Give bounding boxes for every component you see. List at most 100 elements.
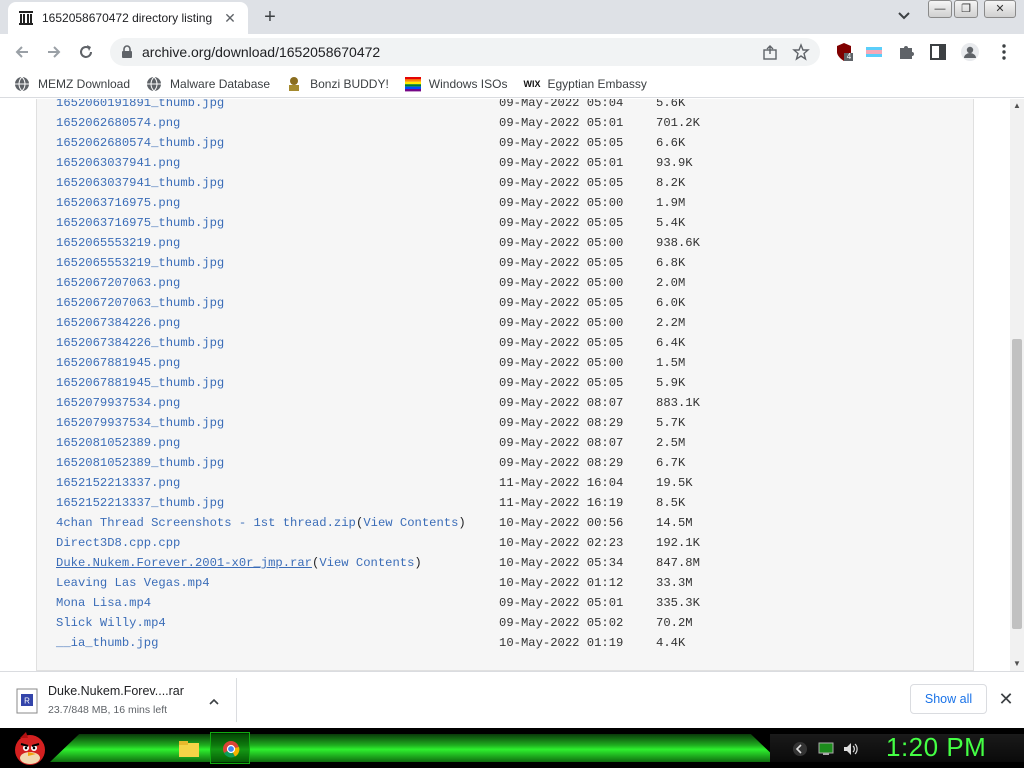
table-row: Slick Willy.mp4 09-May-2022 05:02 70.2M [56, 613, 956, 633]
file-link[interactable]: 1652062680574_thumb.jpg [56, 133, 224, 153]
chevron-up-icon[interactable] [208, 696, 220, 708]
file-link[interactable]: 1652063716975.png [56, 193, 180, 213]
bookmark-windows-isos[interactable]: Windows ISOs [404, 76, 507, 92]
rar-file-icon: R [16, 688, 38, 714]
view-contents-link[interactable]: View Contents [319, 556, 414, 570]
file-explorer-icon[interactable] [176, 736, 202, 762]
file-link[interactable]: 1652081052389_thumb.jpg [56, 453, 224, 473]
show-hidden-icons-icon[interactable] [792, 741, 808, 757]
url-text[interactable]: archive.org/download/1652058670472 [142, 44, 380, 60]
file-link[interactable]: Duke.Nukem.Forever.2001-x0r_jmp.rar [56, 553, 312, 573]
show-all-button[interactable]: Show all [910, 684, 987, 714]
address-bar[interactable]: archive.org/download/1652058670472 [110, 38, 820, 66]
file-date: 09-May-2022 05:02 [499, 616, 624, 630]
file-link[interactable]: 1652065553219.png [56, 233, 180, 253]
scroll-down-arrow-icon[interactable]: ▼ [1012, 659, 1022, 669]
file-date: 09-May-2022 05:05 [499, 216, 624, 230]
table-row: 1652067384226.png 09-May-2022 05:00 2.2M [56, 313, 956, 333]
file-date: 09-May-2022 05:05 [499, 296, 624, 310]
file-size: 335.3K [656, 596, 700, 610]
bookmark-malware-database[interactable]: Malware Database [146, 76, 270, 92]
bookmark-egyptian-embassy[interactable]: WIX Egyptian Embassy [523, 76, 646, 92]
file-size: 883.1K [656, 396, 700, 410]
file-link[interactable]: 1652081052389.png [56, 433, 180, 453]
file-size: 192.1K [656, 536, 700, 550]
file-link[interactable]: 1652067207063_thumb.jpg [56, 293, 224, 313]
file-date: 09-May-2022 05:00 [499, 236, 624, 250]
download-item[interactable]: R Duke.Nukem.Forev....rar 23.7/848 MB, 1… [16, 682, 236, 722]
archive-org-icon [19, 11, 33, 25]
menu-kebab-icon[interactable] [994, 42, 1014, 62]
file-link[interactable]: 1652067881945.png [56, 353, 180, 373]
divider [236, 678, 237, 722]
wix-icon: WIX [523, 78, 541, 89]
file-link[interactable]: 1652067384226_thumb.jpg [56, 333, 224, 353]
file-link[interactable]: 1652067207063.png [56, 273, 180, 293]
table-row: Duke.Nukem.Forever.2001-x0r_jmp.rar (Vie… [56, 553, 956, 573]
close-window-button[interactable]: ✕ [984, 0, 1016, 18]
table-row: 1652081052389.png 09-May-2022 08:07 2.5M [56, 433, 956, 453]
file-link[interactable]: 1652063037941_thumb.jpg [56, 173, 224, 193]
taskbar-clock[interactable]: 1:20 PM [886, 732, 986, 763]
file-link[interactable]: 1652079937534.png [56, 393, 180, 413]
view-contents-link[interactable]: View Contents [363, 516, 458, 530]
file-size: 6.8K [656, 256, 686, 270]
file-link[interactable]: 1652079937534_thumb.jpg [56, 413, 224, 433]
lock-icon[interactable] [120, 45, 134, 59]
minimize-button[interactable]: — [928, 0, 952, 18]
bookmark-memz-download[interactable]: MEMZ Download [14, 76, 130, 92]
bookmark-star-icon[interactable] [792, 43, 810, 61]
new-tab-button[interactable]: + [258, 6, 282, 28]
file-link[interactable]: 4chan Thread Screenshots - 1st thread.zi… [56, 513, 356, 533]
bookmark-label: MEMZ Download [38, 76, 131, 91]
file-date: 11-May-2022 16:19 [499, 496, 624, 510]
extensions-puzzle-icon[interactable] [896, 42, 916, 62]
table-row: 1652063037941_thumb.jpg 09-May-2022 05:05… [56, 173, 956, 193]
file-link[interactable]: __ia_thumb.jpg [56, 633, 158, 653]
reload-icon[interactable] [76, 42, 96, 62]
network-icon[interactable] [818, 741, 834, 757]
file-link[interactable]: Mona Lisa.mp4 [56, 593, 151, 613]
profile-avatar-icon[interactable] [960, 42, 980, 62]
angry-bird-start-icon[interactable] [6, 728, 50, 768]
share-icon[interactable] [762, 44, 778, 60]
file-link[interactable]: 1652063716975_thumb.jpg [56, 213, 224, 233]
file-size: 2.0M [656, 276, 686, 290]
file-link[interactable]: 1652152213337.png [56, 473, 180, 493]
scrollbar-thumb[interactable] [1012, 339, 1022, 629]
file-size: 6.4K [656, 336, 686, 350]
file-date: 09-May-2022 08:29 [499, 416, 624, 430]
file-link[interactable]: 1652067384226.png [56, 313, 180, 333]
table-row: 1652062680574.png 09-May-2022 05:01 701.2K [56, 113, 956, 133]
file-link[interactable]: Slick Willy.mp4 [56, 613, 166, 633]
tab-search-chevron-icon[interactable] [896, 8, 912, 24]
vertical-scrollbar[interactable]: ▲ ▼ [1010, 99, 1024, 671]
file-link[interactable]: 1652063037941.png [56, 153, 180, 173]
tab-directory-listing[interactable]: 1652058670472 directory listing ✕ [8, 2, 248, 34]
table-row: 1652081052389_thumb.jpg 09-May-2022 08:29… [56, 453, 956, 473]
volume-icon[interactable] [842, 741, 858, 757]
bookmark-label: Malware Database [170, 76, 271, 91]
file-link[interactable]: 1652065553219_thumb.jpg [56, 253, 224, 273]
side-panel-icon[interactable] [928, 42, 948, 62]
tab-close-icon[interactable]: ✕ [222, 10, 238, 26]
table-row: 1652067881945_thumb.jpg 09-May-2022 05:05… [56, 373, 956, 393]
profile-flag-extension-icon[interactable] [864, 42, 884, 62]
ublock-extension-icon[interactable]: 4 [834, 42, 854, 62]
view-contents-wrapper: (View Contents) [312, 556, 422, 570]
file-link[interactable]: 1652067881945_thumb.jpg [56, 373, 224, 393]
close-download-shelf-icon[interactable]: ✕ [998, 690, 1014, 708]
file-link[interactable]: 1652062680574.png [56, 113, 180, 133]
forward-arrow-icon[interactable] [44, 42, 64, 62]
restore-button[interactable]: ❐ [954, 0, 978, 18]
chrome-taskbar-button[interactable] [210, 732, 250, 764]
file-link[interactable]: 1652060191891_thumb.jpg [56, 99, 224, 113]
file-link[interactable]: Leaving Las Vegas.mp4 [56, 573, 210, 593]
bookmark-bonzi-buddy[interactable]: Bonzi BUDDY! [286, 76, 389, 92]
file-link[interactable]: 1652152213337_thumb.jpg [56, 493, 224, 513]
file-date: 09-May-2022 08:07 [499, 436, 624, 450]
back-arrow-icon[interactable] [12, 42, 32, 62]
file-date: 09-May-2022 05:00 [499, 276, 624, 290]
file-link[interactable]: Direct3D8.cpp.cpp [56, 533, 180, 553]
scroll-up-arrow-icon[interactable]: ▲ [1012, 101, 1022, 111]
